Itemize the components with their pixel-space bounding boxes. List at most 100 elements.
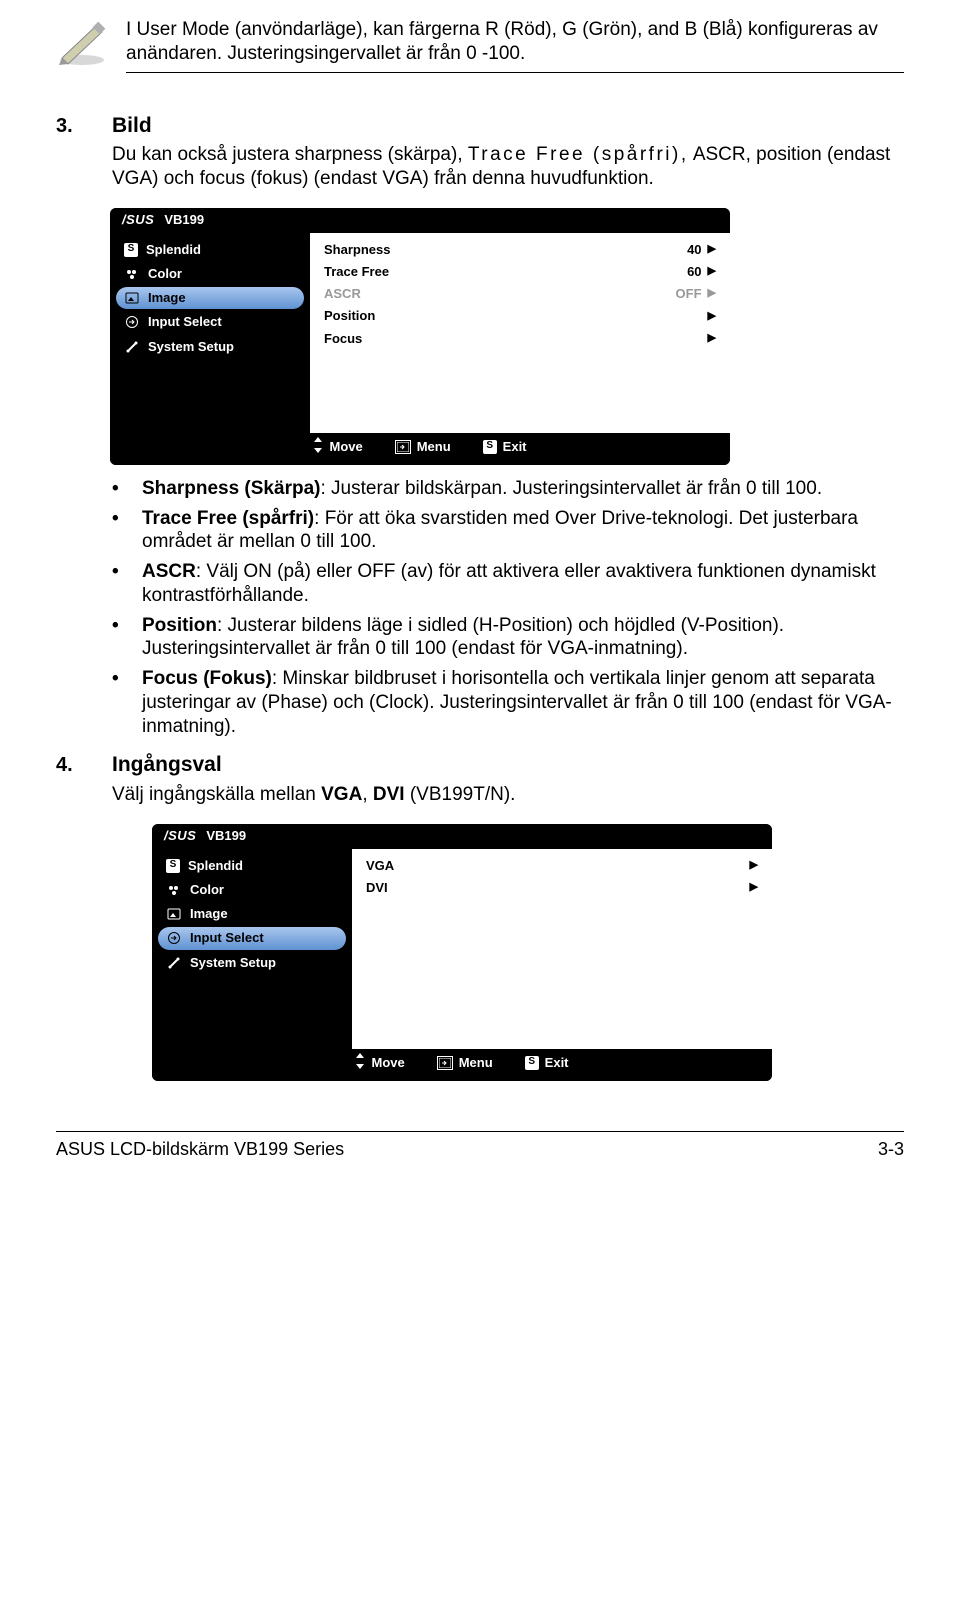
row-sharpness[interactable]: Sharpness 40 ▶ (318, 239, 722, 261)
intro-text: (VB199T/N). (405, 784, 516, 805)
updown-icon (313, 437, 323, 457)
osd-header: /SUS VB199 (152, 824, 772, 848)
s-icon: S (124, 243, 138, 257)
bullet-bold: Focus (Fokus) (142, 668, 272, 689)
footer-move[interactable]: Move (313, 437, 362, 457)
arrow-right-icon: ▶ (708, 243, 716, 257)
osd-model: VB199 (206, 828, 246, 844)
footer-exit[interactable]: S Exit (483, 439, 527, 455)
section-number: 3. (56, 114, 82, 139)
menu-color[interactable]: Color (116, 263, 304, 285)
arrow-right-icon: ▶ (708, 332, 716, 346)
setting-label: Focus (324, 331, 654, 347)
bullet-dot: • (112, 477, 124, 501)
bullet-dot: • (112, 614, 124, 662)
footer-left: ASUS LCD-bildskärm VB199 Series (56, 1138, 344, 1161)
osd-left-menu: S Splendid Color (152, 849, 352, 1049)
menu-splendid[interactable]: S Splendid (158, 855, 346, 877)
arrow-right-icon: ▶ (750, 859, 758, 873)
footer-exit[interactable]: S Exit (525, 1055, 569, 1071)
footer-move[interactable]: Move (355, 1053, 404, 1073)
bullet: • Position: Justerar bildens läge i sidl… (112, 614, 904, 662)
bullet-bold: Position (142, 615, 217, 636)
intro-sep: , (362, 784, 373, 805)
menu-icon (437, 1056, 453, 1070)
section-body: Välj ingångskälla mellan VGA, DVI (VB199… (112, 783, 904, 1081)
setting-label: Sharpness (324, 242, 654, 258)
updown-icon (355, 1053, 365, 1073)
osd-footer: Move Menu S Exit (152, 1049, 772, 1081)
osd-left-menu: S Splendid Color (110, 233, 310, 433)
osd-footer: Move Menu S Exit (110, 433, 730, 465)
row-position[interactable]: Position ▶ (318, 305, 722, 327)
page-footer: ASUS LCD-bildskärm VB199 Series 3-3 (56, 1131, 904, 1161)
note-box: I User Mode (anvöndarläge), kan färgerna… (56, 18, 904, 73)
intro-dvi: DVI (373, 784, 405, 805)
footer-right: 3-3 (878, 1138, 904, 1161)
arrow-right-icon: ▶ (708, 310, 716, 324)
footer-menu[interactable]: Menu (437, 1055, 493, 1071)
menu-system-setup[interactable]: System Setup (158, 952, 346, 974)
palette-icon (124, 266, 140, 282)
menu-label: Splendid (188, 858, 243, 874)
bullet-bold: Sharpness (Skärpa) (142, 478, 320, 499)
menu-color[interactable]: Color (158, 879, 346, 901)
palette-icon (166, 882, 182, 898)
section-body: Du kan också justera sharpness (skärpa),… (112, 143, 904, 739)
bullet: • Focus (Fokus): Minskar bildbruset i ho… (112, 667, 904, 738)
section-title: Ingångsval (112, 752, 222, 778)
menu-label: Splendid (146, 242, 201, 258)
section-3: 3. Bild Du kan också justera sharpness (… (56, 113, 904, 739)
footer-label: Move (371, 1055, 404, 1071)
bullet-dot: • (112, 507, 124, 555)
menu-label: System Setup (190, 955, 276, 971)
setting-value: 40 (654, 242, 708, 258)
bullet-dot: • (112, 560, 124, 608)
menu-label: Color (190, 882, 224, 898)
row-ascr[interactable]: ASCR OFF ▶ (318, 283, 722, 305)
tools-icon (166, 955, 182, 971)
footer-label: Menu (417, 439, 451, 455)
menu-image[interactable]: Image (158, 903, 346, 925)
footer-label: Menu (459, 1055, 493, 1071)
row-dvi[interactable]: DVI ▶ (360, 877, 764, 899)
arrow-right-icon: ▶ (750, 881, 758, 895)
bullet-text: : Justerar bildens läge i sidled (H-Posi… (142, 615, 784, 660)
bullet-text: : Välj ON (på) eller OFF (av) för att ak… (142, 561, 876, 606)
menu-system-setup[interactable]: System Setup (116, 336, 304, 358)
arrow-right-icon: ▶ (708, 287, 716, 301)
footer-label: Exit (503, 439, 527, 455)
menu-label: System Setup (148, 339, 234, 355)
menu-label: Image (148, 290, 186, 306)
footer-label: Move (329, 439, 362, 455)
bullet: • Trace Free (spårfri): För att öka svar… (112, 507, 904, 555)
s-icon: S (166, 859, 180, 873)
s-icon: S (525, 1056, 539, 1070)
menu-label: Input Select (190, 930, 264, 946)
bullet: • ASCR: Välj ON (på) eller OFF (av) för … (112, 560, 904, 608)
row-focus[interactable]: Focus ▶ (318, 328, 722, 350)
row-trace-free[interactable]: Trace Free 60 ▶ (318, 261, 722, 283)
osd-right-panel: Sharpness 40 ▶ Trace Free 60 ▶ ASCR OFF (310, 233, 730, 433)
note-text: I User Mode (anvöndarläge), kan färgerna… (126, 18, 904, 73)
tools-icon (124, 339, 140, 355)
bullet-bold: Trace Free (spårfri) (142, 508, 314, 529)
section-title: Bild (112, 113, 152, 139)
setting-value: OFF (654, 286, 708, 302)
row-vga[interactable]: VGA ▶ (360, 855, 764, 877)
setting-label: DVI (366, 880, 696, 896)
menu-icon (395, 440, 411, 454)
input-icon (166, 930, 182, 946)
intro-text-b: Trace Free (spårfri), (468, 144, 689, 165)
footer-menu[interactable]: Menu (395, 439, 451, 455)
menu-splendid[interactable]: S Splendid (116, 239, 304, 261)
menu-input-select[interactable]: Input Select (116, 311, 304, 333)
bullet: • Sharpness (Skärpa): Justerar bildskärp… (112, 477, 904, 501)
menu-image[interactable]: Image (116, 287, 304, 309)
section-number: 4. (56, 753, 82, 778)
bullet-text: : Justerar bildskärpan. Justeringsinterv… (320, 478, 822, 499)
menu-label: Image (190, 906, 228, 922)
intro-text: Välj ingångskälla mellan (112, 784, 321, 805)
menu-input-select[interactable]: Input Select (158, 927, 346, 949)
image-icon (166, 906, 182, 922)
